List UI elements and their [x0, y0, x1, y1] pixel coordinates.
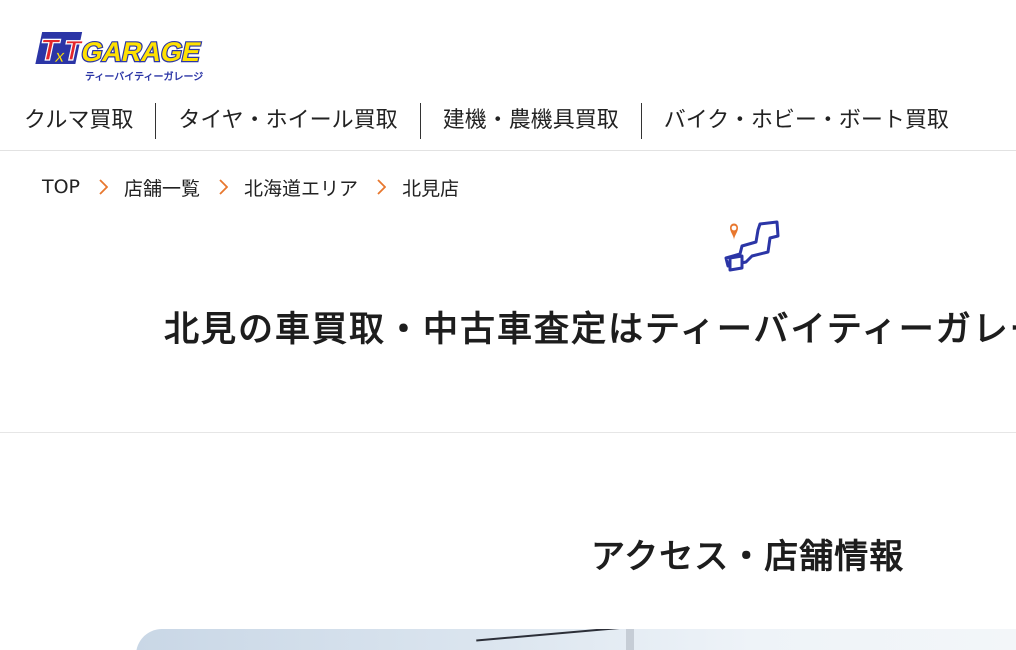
breadcrumb-hokkaido-area[interactable]: 北海道エリア: [244, 174, 358, 201]
nav-item-bike-hobby-boat-purchase[interactable]: バイク・ホビー・ボート買取: [640, 103, 971, 139]
japan-map-icon: [724, 220, 780, 272]
global-nav: クルマ買取 タイヤ・ホイール買取 建機・農機具買取 バイク・ホビー・ボート買取: [0, 102, 971, 140]
chevron-right-icon: [99, 179, 109, 195]
chevron-right-icon: [219, 179, 229, 195]
nav-item-machinery-purchase[interactable]: 建機・農機具買取: [419, 103, 641, 139]
svg-text:ティーバイティーガレージ: ティーバイティーガレージ: [85, 70, 203, 83]
access-store-info-heading: アクセス・店舗情報: [591, 537, 905, 577]
page-title: 北見の車買取・中古車査定はティーバイティーガレージ: [164, 310, 1016, 350]
logo-graphic: T x T GARAGE ティーバイティーガレージ: [35, 32, 205, 83]
breadcrumb-store-list[interactable]: 店舗一覧: [124, 174, 200, 201]
header-divider: [0, 150, 1016, 151]
nav-item-tire-wheel-purchase[interactable]: タイヤ・ホイール買取: [155, 103, 419, 139]
nav-item-car-purchase[interactable]: クルマ買取: [0, 103, 155, 139]
breadcrumb-current-kitami: 北見店: [402, 177, 460, 200]
site-logo[interactable]: T x T GARAGE ティーバイティーガレージ: [29, 28, 209, 88]
chevron-right-icon: [377, 179, 387, 195]
svg-text:GARAGE: GARAGE: [79, 36, 204, 67]
breadcrumb-top[interactable]: TOP: [42, 176, 80, 198]
store-photo: [136, 629, 1016, 650]
breadcrumb: TOP 店舗一覧 北海道エリア 北見店: [42, 173, 459, 201]
section-divider: [0, 432, 1016, 433]
page: T x T GARAGE ティーバイティーガレージ クルマ買取 タイヤ・ホイール…: [0, 0, 1016, 650]
